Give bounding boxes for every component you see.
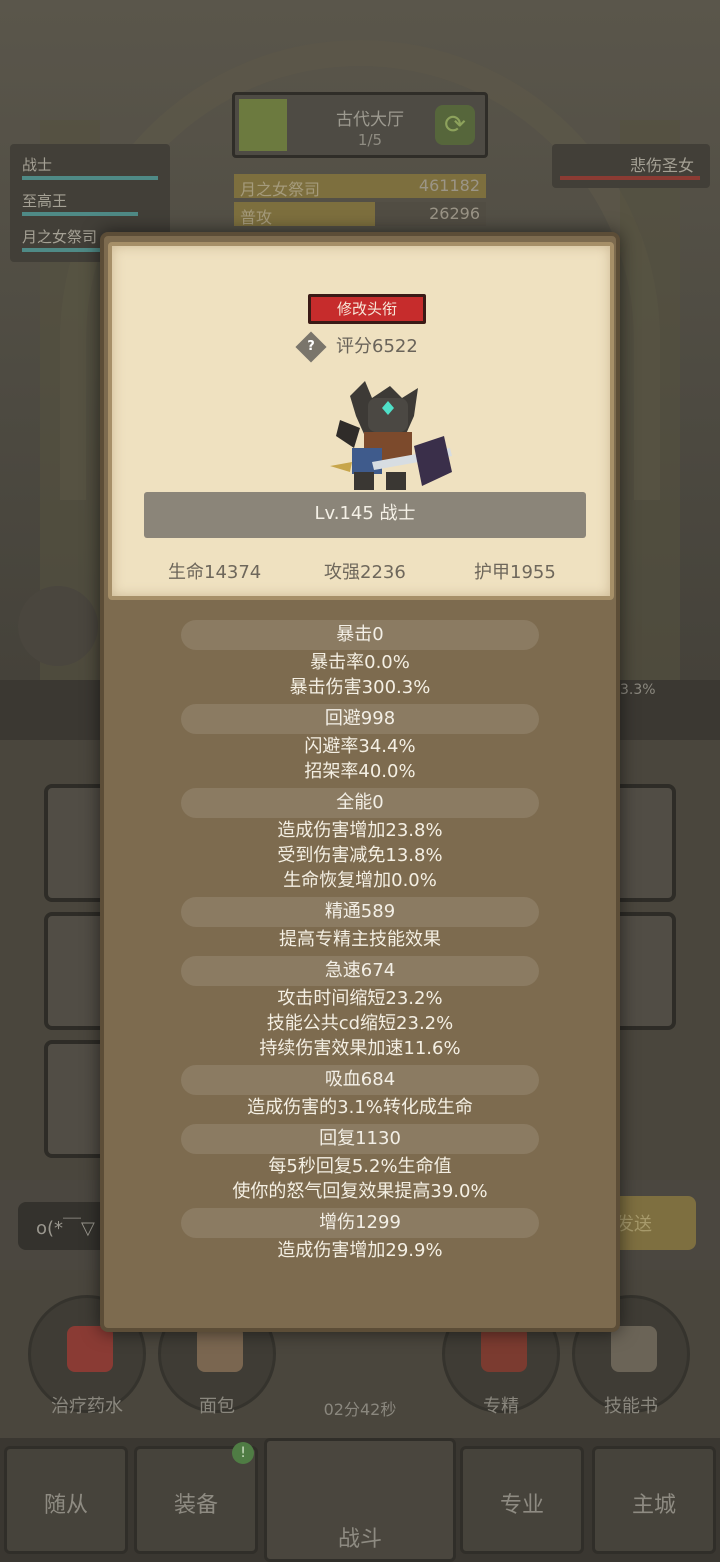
- stat-line: 每5秒回复5.2%生命值: [268, 1156, 452, 1177]
- damage-value: 461182: [418, 176, 480, 195]
- tab-battle[interactable]: 战斗: [264, 1438, 456, 1562]
- stat-line: 使你的怒气回复效果提高39.0%: [232, 1181, 488, 1202]
- stage-panel[interactable]: 古代大厅 1/5 ⟳: [232, 92, 488, 158]
- chest-timer: 02分42秒: [323, 1400, 397, 1419]
- edit-title-button[interactable]: 修改头衔: [308, 294, 426, 324]
- score-value: 评分6522: [336, 336, 418, 357]
- stat-line: 造成伤害增加29.9%: [277, 1240, 443, 1261]
- attack-power-stat: 攻强2236: [324, 562, 406, 583]
- damage-row: 月之女祭司 461182: [234, 174, 486, 199]
- tab-profession[interactable]: 专业: [460, 1446, 584, 1554]
- bread-icon: [197, 1326, 243, 1372]
- party-hp-bar: [22, 248, 102, 252]
- stat-header-crit: 暴击0: [181, 620, 539, 650]
- action-label: 面包: [199, 1396, 235, 1417]
- stat-header-lifesteal: 吸血684: [181, 1065, 539, 1095]
- stat-line: 暴击率0.0%: [310, 652, 410, 673]
- stat-header-avoidance: 回避998: [181, 704, 539, 734]
- potion-icon: [67, 1326, 113, 1372]
- party-hp-bar: [22, 212, 138, 216]
- stats-list: 暴击0 暴击率0.0% 暴击伤害300.3% 回避998 闪避率34.4% 招架…: [104, 620, 616, 1263]
- stat-line: 攻击时间缩短23.2%: [277, 988, 443, 1009]
- percent-text: 3.3%: [620, 682, 656, 698]
- stat-line: 闪避率34.4%: [304, 736, 416, 757]
- damage-row: 普攻 26296: [234, 202, 486, 227]
- tab-label: 装备: [173, 1493, 218, 1518]
- action-label: 技能书: [604, 1396, 658, 1417]
- warrior-avatar: [330, 381, 452, 490]
- pillar-right: [620, 120, 680, 680]
- enemy-hp-bar: [560, 176, 700, 180]
- damage-name: 月之女祭司: [240, 180, 321, 199]
- refresh-icon[interactable]: ⟳: [435, 105, 475, 145]
- level-name-bar: Lv.145 战士: [144, 492, 586, 538]
- damage-name: 普攻: [240, 208, 273, 227]
- stat-line: 提高专精主技能效果: [279, 929, 441, 950]
- stat-line: 造成伤害增加23.8%: [277, 820, 443, 841]
- stat-header-damage-bonus: 增伤1299: [181, 1208, 539, 1238]
- stage-thumbnail: [239, 99, 287, 151]
- stage-title: 古代大厅: [336, 110, 404, 130]
- target-icon: [481, 1326, 527, 1372]
- stat-header-versatility: 全能0: [181, 788, 539, 818]
- book-icon: [611, 1326, 657, 1372]
- armor-stat: 护甲1955: [474, 562, 556, 583]
- tab-main-city[interactable]: 主城: [592, 1446, 716, 1554]
- stat-line: 生命恢复增加0.0%: [283, 870, 437, 891]
- stat-line: 持续伤害效果加速11.6%: [259, 1038, 461, 1059]
- stat-line: 造成伤害的3.1%转化成生命: [247, 1097, 473, 1118]
- stat-line: 技能公共cd缩短23.2%: [266, 1013, 454, 1034]
- party-member[interactable]: 至高王: [22, 190, 162, 211]
- damage-value: 26296: [429, 204, 480, 223]
- character-stats-modal: 修改头衔 ? 评分6522 Lv.145 战士 生命14374 攻强2236 护甲…: [100, 232, 620, 1332]
- back-arrow-icon[interactable]: [18, 586, 98, 666]
- stat-header-haste: 急速674: [181, 956, 539, 986]
- stat-line: 受到伤害减免13.8%: [277, 845, 443, 866]
- score-row: ? 评分6522: [295, 331, 418, 363]
- bottom-tab-bar: 随从 装备 战斗 专业 主城: [0, 1438, 720, 1562]
- stat-header-mastery: 精通589: [181, 897, 539, 927]
- tab-label: 主城: [631, 1493, 676, 1518]
- notification-badge: !: [232, 1442, 254, 1464]
- party-hp-bar: [22, 176, 158, 180]
- stat-header-regen: 回复1130: [181, 1124, 539, 1154]
- tab-label: 专业: [499, 1493, 544, 1518]
- party-member[interactable]: 战士: [22, 154, 162, 175]
- stat-line: 暴击伤害300.3%: [289, 677, 431, 698]
- tab-followers[interactable]: 随从: [4, 1446, 128, 1554]
- action-label: 治疗药水: [51, 1396, 123, 1417]
- hp-stat: 生命14374: [168, 562, 262, 583]
- help-icon[interactable]: ?: [295, 331, 327, 363]
- tab-label: 战斗: [337, 1527, 382, 1552]
- enemy-name: 悲伤圣女: [629, 156, 694, 175]
- tab-label: 随从: [43, 1493, 88, 1518]
- action-label: 专精: [483, 1396, 519, 1417]
- stat-line: 招架率40.0%: [304, 761, 416, 782]
- enemy-panel: 悲伤圣女: [552, 144, 710, 188]
- character-card: 修改头衔 ? 评分6522 Lv.145 战士 生命14374 攻强2236 护甲…: [108, 242, 614, 600]
- stage-progress: 1/5: [357, 131, 383, 149]
